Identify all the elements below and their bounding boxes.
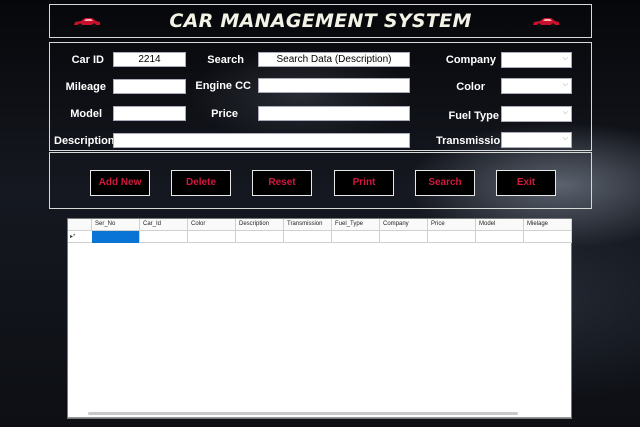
exit-button[interactable]: Exit bbox=[496, 170, 556, 196]
price-label: Price bbox=[211, 108, 238, 120]
model-label: Model bbox=[70, 108, 102, 120]
column-header[interactable]: Fuel_Type bbox=[332, 219, 380, 231]
price-field[interactable] bbox=[258, 106, 410, 121]
print-button[interactable]: Print bbox=[334, 170, 394, 196]
table-cell[interactable] bbox=[92, 231, 140, 243]
horizontal-scrollbar[interactable] bbox=[88, 412, 518, 415]
column-header[interactable]: Company bbox=[380, 219, 428, 231]
mileage-field[interactable] bbox=[113, 79, 186, 94]
grid-divider bbox=[68, 417, 571, 418]
button-panel: Add New Delete Reset Print Search Exit bbox=[49, 152, 592, 209]
table-cell[interactable] bbox=[332, 231, 380, 243]
fuel-type-label: Fuel Type bbox=[448, 110, 499, 122]
fuel-type-dropdown[interactable]: ⌵ bbox=[501, 106, 572, 122]
data-grid[interactable]: Ser_No Car_Id Color Description Transmis… bbox=[67, 218, 572, 419]
page-title: CAR MANAGEMENT SYSTEM bbox=[169, 10, 472, 32]
table-cell[interactable] bbox=[524, 231, 572, 243]
column-header[interactable]: Model bbox=[476, 219, 524, 231]
description-label: Description bbox=[54, 135, 115, 147]
engine-cc-label: Engine CC bbox=[195, 80, 251, 92]
chevron-down-icon: ⌵ bbox=[562, 81, 568, 88]
table-cell[interactable] bbox=[140, 231, 188, 243]
reset-button[interactable]: Reset bbox=[252, 170, 312, 196]
column-header[interactable]: Price bbox=[428, 219, 476, 231]
search-field[interactable]: Search Data (Description) bbox=[258, 52, 410, 67]
table-cell[interactable] bbox=[380, 231, 428, 243]
color-label: Color bbox=[456, 81, 485, 93]
column-header[interactable]: Color bbox=[188, 219, 236, 231]
table-cell[interactable] bbox=[476, 231, 524, 243]
description-field[interactable] bbox=[113, 133, 410, 148]
mileage-label: Mileage bbox=[65, 81, 106, 93]
car-id-label: Car ID bbox=[71, 54, 104, 66]
grid-header: Ser_No Car_Id Color Description Transmis… bbox=[68, 219, 572, 231]
delete-button[interactable]: Delete bbox=[171, 170, 231, 196]
column-header[interactable]: Mielage bbox=[524, 219, 572, 231]
search-label: Search bbox=[207, 54, 244, 66]
chevron-down-icon: ⌵ bbox=[562, 55, 568, 62]
grid-corner-cell bbox=[68, 219, 92, 231]
add-new-button[interactable]: Add New bbox=[90, 170, 150, 196]
table-cell[interactable] bbox=[236, 231, 284, 243]
column-header[interactable]: Ser_No bbox=[92, 219, 140, 231]
form-panel: Car ID 2214 Search Search Data (Descript… bbox=[49, 42, 592, 151]
table-row[interactable]: ▸* bbox=[68, 231, 572, 243]
company-label: Company bbox=[445, 54, 496, 66]
row-indicator-icon: ▸* bbox=[70, 234, 76, 240]
color-dropdown[interactable]: ⌵ bbox=[501, 78, 572, 94]
transmission-dropdown[interactable]: ⌵ bbox=[501, 132, 572, 148]
company-dropdown[interactable]: ⌵ bbox=[501, 52, 572, 68]
model-field[interactable] bbox=[113, 106, 186, 121]
table-cell[interactable] bbox=[428, 231, 476, 243]
chevron-down-icon: ⌵ bbox=[562, 109, 568, 116]
table-cell[interactable] bbox=[188, 231, 236, 243]
transmission-label: Transmission bbox=[436, 135, 507, 147]
column-header[interactable]: Description bbox=[236, 219, 284, 231]
red-car-icon bbox=[533, 18, 559, 28]
car-id-field[interactable]: 2214 bbox=[113, 52, 186, 67]
table-cell[interactable] bbox=[284, 231, 332, 243]
title-bar: CAR MANAGEMENT SYSTEM bbox=[49, 4, 592, 38]
search-button[interactable]: Search bbox=[415, 170, 475, 196]
engine-cc-field[interactable] bbox=[258, 78, 410, 93]
column-header[interactable]: Transmission bbox=[284, 219, 332, 231]
column-header[interactable]: Car_Id bbox=[140, 219, 188, 231]
chevron-down-icon: ⌵ bbox=[562, 135, 568, 142]
